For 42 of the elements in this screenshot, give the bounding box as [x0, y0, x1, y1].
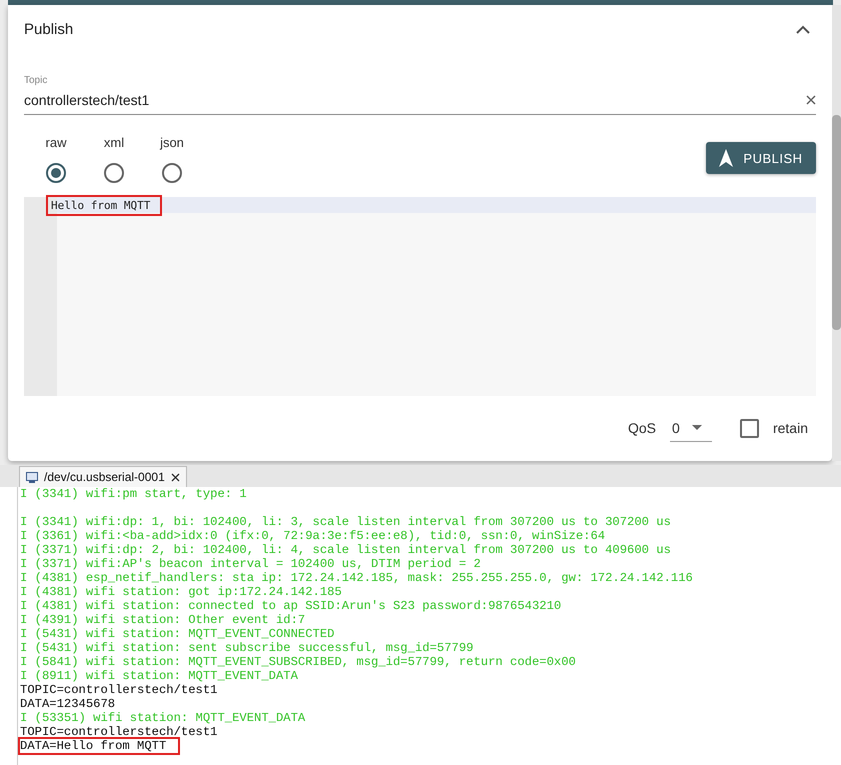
format-label: raw: [46, 135, 66, 150]
log-line: I (3371) wifi:AP's beacon interval = 102400 us, DTIM period = 2: [20, 557, 481, 571]
qos-select[interactable]: 0: [670, 414, 712, 442]
retain-label: retain: [772, 420, 808, 436]
log-line: I (4381) esp_netif_handlers: sta ip: 172.24.142.185, mask: 255.255.255.0, gw: 172.24.142.116: [20, 571, 693, 585]
log-line: I (4381) wifi station: got ip:172.24.142.185: [20, 585, 342, 599]
payload-editor[interactable]: Hello from MQTT: [24, 197, 816, 396]
collapse-chevron-icon[interactable]: [796, 24, 810, 34]
log-line: I (4391) wifi station: Other event id:7: [20, 613, 306, 627]
panel-title: Publish: [24, 20, 74, 38]
dropdown-caret-icon: [692, 425, 702, 430]
log-line: I (5431) wifi station: sent subscribe successful, msg_id=57799: [20, 641, 474, 655]
log-line: I (5841) wifi station: MQTT_EVENT_SUBSCRIBED, msg_id=57799, return code=0x00: [20, 655, 576, 669]
format-radio[interactable]: [46, 163, 66, 183]
log-line: TOPIC=controllerstech/test1: [20, 683, 218, 697]
format-label: json: [160, 135, 184, 150]
log-line: DATA=Hello from MQTT: [20, 739, 178, 753]
log-line: I (5431) wifi station: MQTT_EVENT_CONNECTED: [20, 627, 334, 641]
log-line: I (4381) wifi station: connected to ap SSID:Arun's S23 password:9876543210: [20, 599, 562, 613]
topic-label: Topic: [24, 75, 48, 86]
log-line: DATA=12345678: [20, 697, 116, 711]
topic-field[interactable]: controllerstech/test1: [24, 92, 806, 108]
log-line: I (3361) wifi:<ba-add>idx:0 (ifx:0, 72:9a:3e:f5:ee:e8), tid:0, ssn:0, winSize:64: [20, 529, 606, 543]
qos-label: QoS: [628, 420, 656, 436]
payload-text: Hello from MQTT: [48, 196, 160, 214]
scrollbar-thumb[interactable]: [832, 115, 841, 330]
navigation-arrow-icon: [719, 149, 734, 167]
log-line: I (3341) wifi:pm start, type: 1: [20, 487, 247, 503]
publish-button[interactable]: PUBLISH: [706, 142, 816, 174]
log-line: I (3371) wifi:dp: 2, bi: 102400, li: 4, scale listen interval from 307200 us to 409600 us: [20, 543, 671, 557]
format-label: xml: [104, 135, 124, 150]
clear-icon[interactable]: [806, 95, 816, 105]
console-tab[interactable]: /dev/cu.usbserial-0001: [19, 466, 187, 487]
log-line: TOPIC=controllerstech/test1: [20, 725, 218, 739]
retain-checkbox[interactable]: [740, 418, 759, 438]
log-line: I (53351) wifi station: MQTT_EVENT_DATA: [20, 711, 306, 725]
close-icon[interactable]: [170, 472, 180, 482]
format-radio[interactable]: [104, 163, 124, 183]
monitor-icon: [26, 472, 38, 482]
format-radio[interactable]: [162, 163, 182, 183]
log-line: I (3341) wifi:dp: 1, bi: 102400, li: 3, scale listen interval from 307200 us to 307200 us: [20, 515, 671, 529]
log-line: I (8911) wifi station: MQTT_EVENT_DATA: [20, 669, 298, 683]
